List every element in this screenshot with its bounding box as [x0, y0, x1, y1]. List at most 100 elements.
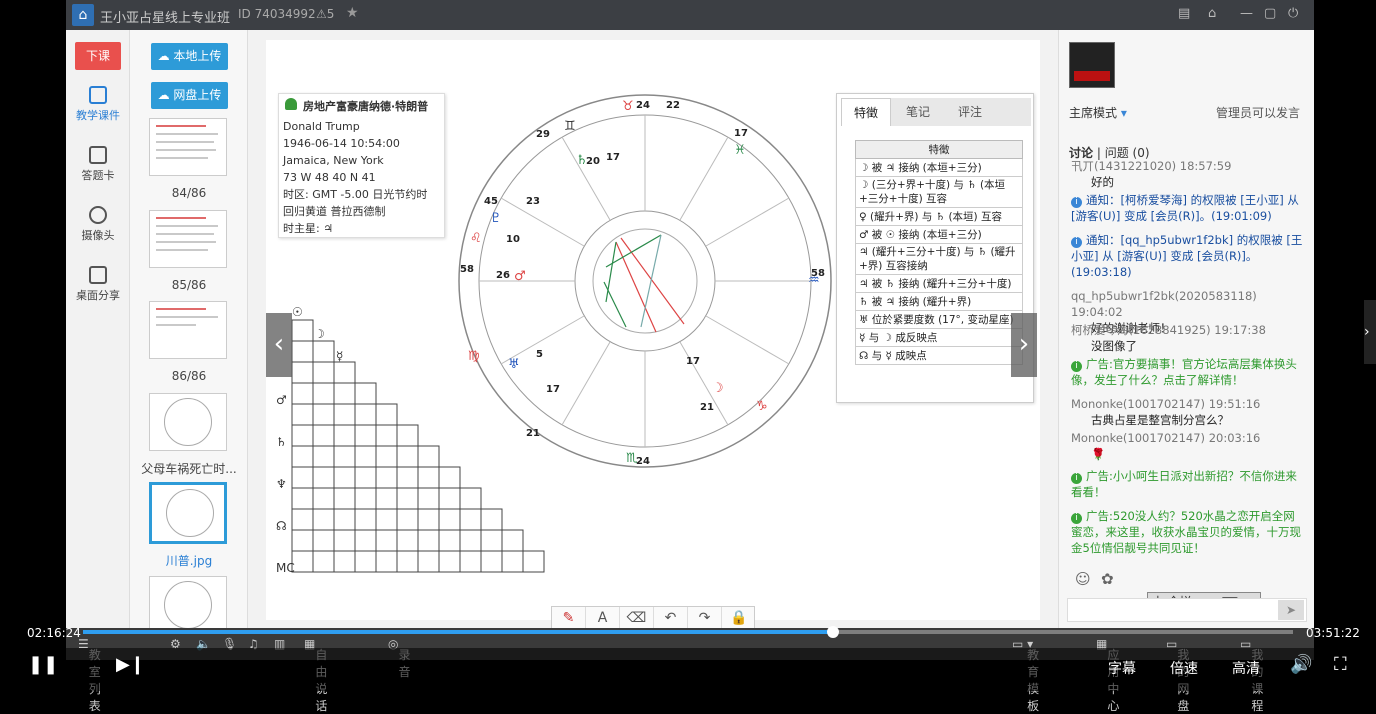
minimize-icon[interactable]: — — [1240, 6, 1253, 21]
next-slide-button[interactable]: › — [1011, 313, 1037, 377]
prev-slide-button[interactable]: ‹ — [266, 313, 292, 377]
pen-icon[interactable]: ✎ — [552, 607, 586, 629]
speed-button[interactable]: 倍速 — [1170, 658, 1198, 678]
maximize-icon[interactable]: ▢ — [1264, 6, 1276, 21]
thumbnail-label: 川普.jpg — [165, 554, 213, 568]
aspect-cell — [375, 508, 398, 531]
toolbar-desktop-share[interactable]: 桌面分享 — [66, 266, 130, 303]
thumbnail-next[interactable] — [149, 576, 227, 628]
grid-glyph: ☊ — [276, 519, 287, 533]
aspect-cell — [375, 424, 398, 447]
thumb-line — [156, 217, 206, 219]
pause-icon[interactable]: ❚❚ — [28, 654, 58, 675]
sign-glyph: ♉ — [622, 99, 634, 114]
admin-note: 管理员可以发言 — [1215, 106, 1300, 120]
tab-comments[interactable]: 评注 — [945, 98, 995, 126]
table-row: ♄ 被 ♃ 接纳 (耀升+界) — [855, 292, 1023, 311]
list-item: 卂丌(1431221020) 18:57:59 好的 — [1071, 158, 1303, 190]
star-icon[interactable]: ★ — [346, 5, 359, 21]
aspect-cell — [375, 445, 398, 468]
sign-glyph: ♏ — [626, 451, 638, 466]
sign-glyph: ♌ — [470, 231, 482, 246]
thumb-line — [156, 249, 208, 251]
quality-button[interactable]: 高清 — [1232, 658, 1260, 678]
skin-icon[interactable]: ⌂ — [1208, 6, 1216, 21]
aspect-cell — [312, 445, 335, 468]
camera-icon — [89, 206, 107, 224]
subtitle-button[interactable]: 字幕 — [1108, 658, 1136, 678]
aspect-cell — [354, 424, 377, 447]
profile-house-system: 回归黄道 普拉西德制 — [283, 205, 386, 218]
send-icon[interactable]: ➤ — [1278, 600, 1304, 620]
aspect-cell — [333, 529, 356, 552]
degree-label: 58 — [460, 264, 474, 275]
chat-panel: 主席模式 ▾ 管理员可以发言 讨论 | 问题 (0) 卂丌(1431221020… — [1058, 30, 1314, 628]
redo-icon[interactable]: ↷ — [688, 607, 722, 629]
grid-glyph: ☽ — [314, 327, 325, 341]
toolbar-answer-card[interactable]: 答题卡 — [66, 146, 130, 183]
msg-notice: 通知：[柯桥爱琴海] 的权限被 [王小亚] 从 [游客(U)] 变成 [会员(R… — [1071, 193, 1299, 223]
aspect-cell — [480, 550, 503, 573]
aspect-cell — [396, 445, 419, 468]
notes-icon[interactable]: ▤ — [1178, 6, 1190, 21]
aspect-cell — [438, 550, 461, 573]
tab-features[interactable]: 特徵 — [841, 98, 891, 126]
aspect-cell — [438, 529, 461, 552]
profile-timezone: 时区: GMT -5.00 日光节约时 — [283, 188, 428, 201]
list-item[interactable]: i 广告:官方要搞事！官方论坛高层集体换头像，发生了什么？点击了解详情！ — [1071, 356, 1303, 388]
power-icon[interactable]: ⏻ — [1288, 6, 1298, 21]
list-item[interactable]: i 广告:小小呵生日派对出新招？不信你进来看看！ — [1071, 468, 1303, 500]
thumbnail-84[interactable] — [149, 118, 227, 176]
aspect-cell — [333, 382, 356, 405]
list-item[interactable]: i 广告:520没人约？520水晶之恋开启全网蜜恋，来这里，收获水晶宝贝的爱情，十… — [1071, 508, 1303, 556]
upload-cloud-button[interactable]: ☁ 网盘上传 — [151, 82, 228, 109]
upload-cloud-label: 网盘上传 — [173, 88, 222, 102]
tab-notes[interactable]: 笔记 — [893, 98, 943, 126]
chat-input[interactable]: ➤ — [1067, 598, 1307, 622]
text-tool-icon[interactable]: A — [586, 607, 620, 629]
ad-icon: i — [1071, 361, 1082, 372]
eraser-icon[interactable]: ⌫ — [620, 607, 654, 629]
mode-dropdown[interactable]: 主席模式 ▾ — [1069, 104, 1127, 121]
degree-label: 24 — [636, 100, 650, 111]
room-id: ID 74034992 — [238, 7, 316, 21]
planet-glyph: ♄ — [576, 153, 588, 168]
degree-label: 17 — [734, 128, 748, 139]
thumb-line — [156, 157, 208, 159]
toolbar-camera[interactable]: 摄像头 — [66, 206, 130, 243]
aspect-cell — [354, 445, 377, 468]
sign-glyph: ♓ — [734, 143, 746, 158]
volume-icon[interactable]: 🔊 — [1290, 654, 1312, 675]
thumbnail-parents-accident[interactable] — [149, 393, 227, 451]
aspect-cell — [333, 361, 356, 384]
aspect-cell — [375, 403, 398, 426]
courseware-thumbnails: ☁ 本地上传 ☁ 网盘上传 84/86 85/86 86/86 父母车祸死亡时.… — [130, 30, 248, 628]
planet-glyph: ☽ — [712, 381, 724, 396]
upload-local-button[interactable]: ☁ 本地上传 — [151, 43, 228, 70]
thumbnail-trump[interactable] — [149, 482, 227, 544]
home-icon[interactable]: ⌂ — [72, 4, 94, 26]
feature-cell: ♂ 被 ☉ 接纳 (本垣+三分) — [855, 225, 1023, 244]
thumbnail-86[interactable] — [149, 301, 227, 359]
table-row: ♃ (耀升+三分+十度) 与 ♄ (耀升+界) 互容接纳 — [855, 243, 1023, 275]
profile-name-en: Donald Trump — [283, 120, 360, 133]
flower-icon[interactable]: ✿ — [1101, 570, 1114, 588]
table-row: ♅ 位於紧要度数 (17°, 变动星座) — [855, 310, 1023, 329]
aspect-grid-cells — [291, 319, 545, 573]
msg-notice: 通知：[qq_hp5ubwr1f2bk] 的权限被 [王小亚] 从 [游客(U)… — [1071, 233, 1303, 279]
undo-icon[interactable]: ↶ — [654, 607, 688, 629]
side-expand-button[interactable]: › — [1364, 300, 1376, 364]
toolbar-courseware[interactable]: 教学课件 — [66, 86, 130, 123]
desktop-share-icon — [89, 266, 107, 284]
emoji-icon[interactable]: ☺ — [1075, 570, 1091, 588]
aspect-cell — [354, 466, 377, 489]
thumbnail-label: 85/86 — [171, 278, 207, 292]
thumbnail-85[interactable] — [149, 210, 227, 268]
lock-icon[interactable]: 🔒 — [722, 607, 756, 629]
fullscreen-icon[interactable]: ⛶ — [1334, 654, 1347, 675]
thumbnail-label: 86/86 — [171, 369, 207, 383]
end-class-button[interactable]: 下课 — [75, 42, 121, 70]
next-icon[interactable]: ▶❙ — [116, 654, 145, 675]
feature-cell: ♃ 被 ♄ 接纳 (耀升+三分+十度) — [855, 274, 1023, 293]
progress-bar[interactable] — [83, 626, 1293, 638]
